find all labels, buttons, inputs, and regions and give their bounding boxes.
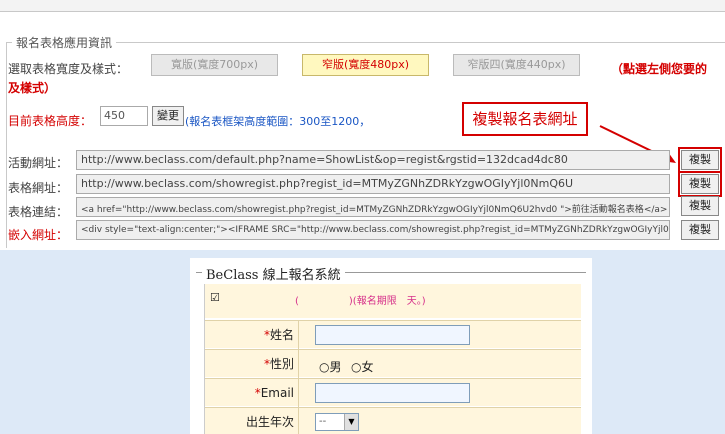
field-row-email: *Email [205, 378, 581, 407]
form-legend: BeClass 線上報名系統 [202, 264, 345, 283]
width-label: 選取表格寬度及樣式： [8, 62, 129, 76]
email-input[interactable] [315, 383, 470, 403]
url-field-link[interactable]: <a href="http://www.beclass.com/showregi… [76, 197, 670, 217]
field-label-birth: 出生年次 [205, 408, 299, 434]
url-label-activity: 活動網址： [8, 156, 69, 170]
height-hint: (報名表框架高度範圍：300至1200， [185, 115, 371, 128]
name-input[interactable] [315, 325, 470, 345]
field-label-name: *姓名 [205, 321, 299, 349]
height-label: 目前表格高度： [8, 114, 93, 128]
radio-female[interactable]: ○女 [351, 358, 374, 375]
form-banner: ☑ ( )(報名期限 天。) [205, 284, 581, 318]
copy-button-form[interactable]: 複製 [678, 171, 722, 197]
width-option-wide[interactable]: 寬版(寬度700px) [151, 54, 278, 76]
form-preview: BeClass 線上報名系統 ☑ ( )(報名期限 天。) *姓名 *性別 ○男… [190, 258, 592, 434]
copy-button-link[interactable]: 複製 [681, 196, 719, 216]
height-input[interactable]: 450 [100, 106, 148, 126]
field-row-gender: *性別 ○男 ○女 [205, 349, 581, 378]
copy-button-activity[interactable]: 複製 [678, 147, 722, 173]
field-label-email: *Email [205, 379, 299, 407]
banner-text: ( )(報名期限 天。) [295, 296, 426, 307]
copy-url-callout: 複製報名表網址 [462, 102, 588, 136]
url-field-embed[interactable]: <div style="text-align:center;"><IFRAME … [76, 220, 670, 240]
chevron-down-icon[interactable]: ▼ [344, 414, 358, 430]
birth-year-select[interactable]: -- ▼ [315, 413, 359, 431]
field-row-birth: 出生年次 -- ▼ [205, 407, 581, 434]
url-field-form[interactable]: http://www.beclass.com/showregist.php?re… [76, 174, 670, 194]
field-label-gender: *性別 [205, 350, 299, 378]
field-row-name: *姓名 [205, 320, 581, 349]
radio-male[interactable]: ○男 [319, 358, 342, 375]
style-note: （點選左側您要的 [611, 62, 708, 76]
url-label-link: 表格連結： [8, 205, 69, 219]
style-note-cont: 及樣式） [8, 81, 57, 95]
copy-button-embed[interactable]: 複製 [681, 220, 719, 240]
width-option-narrow4[interactable]: 窄版四(寬度440px) [453, 54, 580, 76]
form-body: ☑ ( )(報名期限 天。) *姓名 *性別 ○男 ○女 *Email 出生年次… [204, 284, 581, 434]
top-bar [0, 0, 725, 12]
width-option-narrow[interactable]: 窄版(寬度480px) [302, 54, 429, 76]
checkbox-icon[interactable]: ☑ [210, 291, 220, 304]
url-label-embed: 嵌入網址： [8, 228, 69, 242]
change-height-button[interactable]: 變更 [152, 106, 184, 126]
url-field-activity[interactable]: http://www.beclass.com/default.php?name=… [76, 150, 670, 170]
panel-legend: 報名表格應用資訊 [12, 34, 117, 51]
url-label-form: 表格網址： [8, 181, 69, 195]
